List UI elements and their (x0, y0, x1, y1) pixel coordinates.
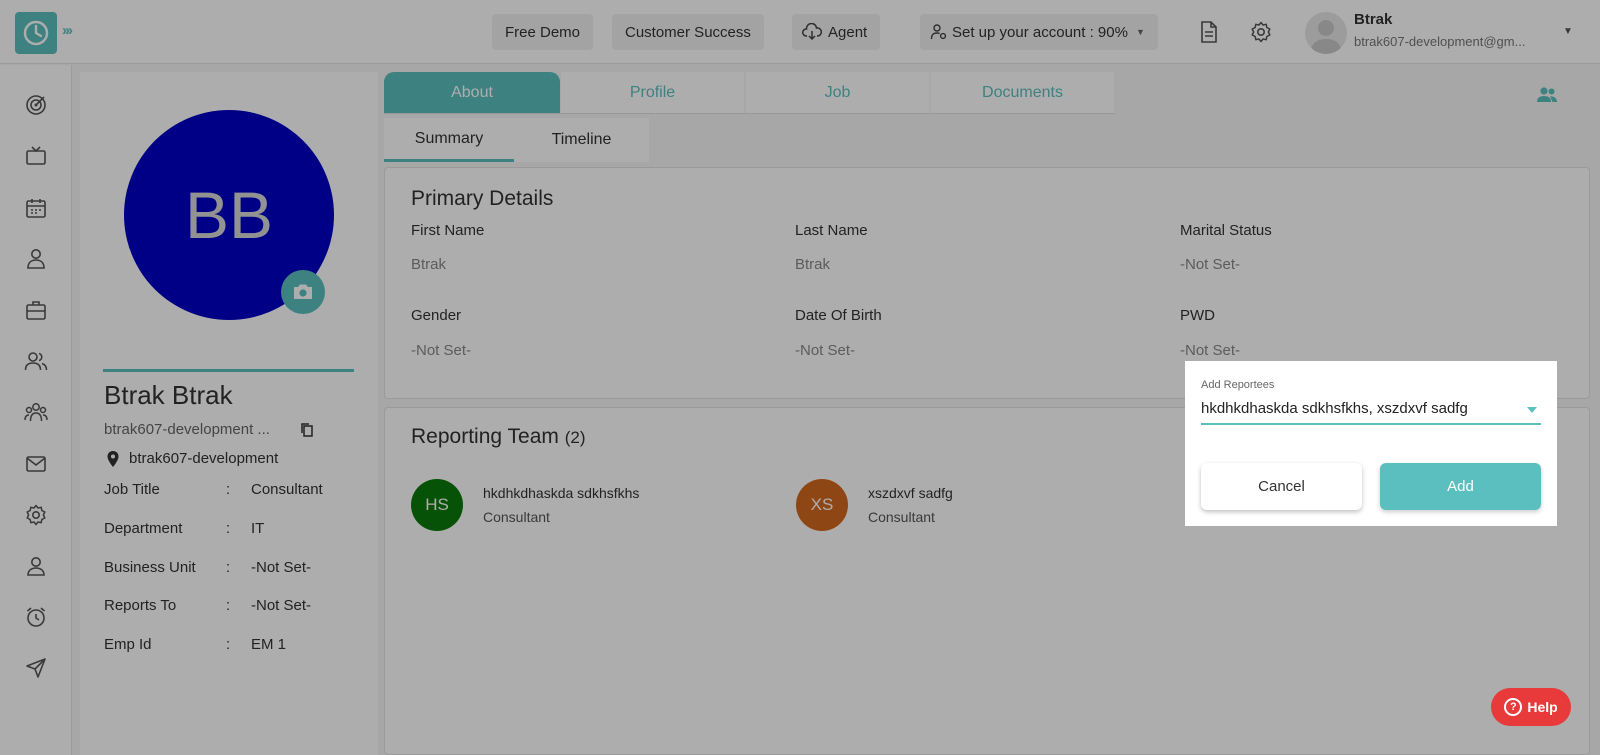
add-reportees-dialog: Add Reportees hkdhkdhaskda sdkhsfkhs, xs… (1185, 361, 1557, 526)
add-reportees-selected-value: hkdhkdhaskda sdkhsfkhs, xszdxvf sadfg (1201, 400, 1468, 417)
add-reportees-label: Add Reportees (1201, 379, 1275, 391)
cancel-label: Cancel (1258, 478, 1305, 495)
add-label: Add (1447, 478, 1474, 495)
help-button[interactable]: ? Help (1491, 688, 1571, 726)
cancel-button[interactable]: Cancel (1201, 463, 1362, 510)
add-reportees-select[interactable]: hkdhkdhaskda sdkhsfkhs, xszdxvf sadfg (1201, 395, 1541, 425)
help-label: Help (1527, 699, 1558, 715)
dropdown-arrow-icon (1527, 407, 1537, 413)
question-icon: ? (1504, 698, 1523, 716)
add-button[interactable]: Add (1380, 463, 1541, 510)
